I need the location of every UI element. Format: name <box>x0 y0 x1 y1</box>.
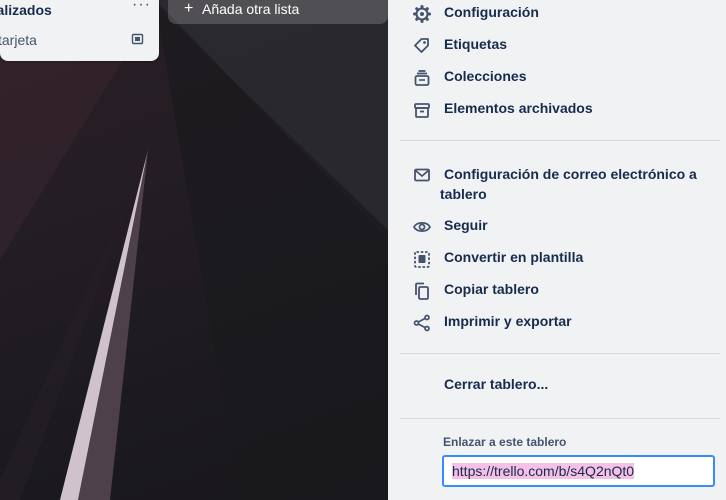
menu-item-make-template[interactable]: Convertir en plantilla <box>412 247 712 269</box>
email-icon <box>414 168 430 182</box>
archive-icon <box>414 103 430 118</box>
copy-icon <box>415 282 429 300</box>
gear-icon <box>413 5 431 23</box>
list-title[interactable]: nalizados <box>0 2 52 18</box>
card-template-icon[interactable] <box>131 32 145 46</box>
board-list: nalizados ··· tarjeta <box>0 0 159 61</box>
menu-item-label: Convertir en plantilla <box>444 249 584 265</box>
background-image <box>0 0 388 500</box>
close-board-button[interactable]: Cerrar tablero... <box>444 376 548 392</box>
menu-item-copy-board[interactable]: Copiar tablero <box>412 279 712 301</box>
menu-item-collections[interactable]: Colecciones <box>412 66 712 88</box>
plus-icon: + <box>184 0 194 17</box>
board-menu-panel: Configuración Etiquetas Colecciones Elem… <box>388 0 726 500</box>
divider <box>400 353 720 354</box>
menu-item-print-export[interactable]: Imprimir y exportar <box>412 311 712 333</box>
board-link-field[interactable]: https://trello.com/b/s4Q2nQt0 <box>442 455 715 487</box>
ellipsis-icon[interactable]: ··· <box>132 0 151 14</box>
menu-item-archived[interactable]: Elementos archivados <box>412 98 712 120</box>
add-list-label: Añada otra lista <box>202 1 300 17</box>
template-icon <box>414 251 430 268</box>
menu-item-label: Elementos archivados <box>444 100 593 116</box>
divider <box>400 418 720 419</box>
menu-item-email-to-board[interactable]: Configuración de correo electrónico a ta… <box>412 163 712 205</box>
eye-icon <box>412 221 432 233</box>
divider <box>400 140 720 141</box>
menu-item-settings[interactable]: Configuración <box>412 2 712 24</box>
add-list-button[interactable]: + Añada otra lista <box>168 0 388 24</box>
collection-icon <box>414 70 430 86</box>
menu-item-label: Copiar tablero <box>444 281 539 297</box>
share-icon <box>413 314 430 332</box>
menu-item-label: Colecciones <box>444 68 527 84</box>
menu-item-label: Seguir <box>444 217 488 233</box>
board-background <box>0 0 388 500</box>
menu-item-label: Configuración <box>444 4 539 20</box>
menu-item-labels[interactable]: Etiquetas <box>412 34 712 56</box>
add-card-button[interactable]: tarjeta <box>0 32 37 48</box>
link-label: Enlazar a este tablero <box>443 435 567 449</box>
menu-item-label: Configuración de correo electrónico a ta… <box>440 166 697 202</box>
menu-item-label: Etiquetas <box>444 36 508 52</box>
board-link-value[interactable]: https://trello.com/b/s4Q2nQt0 <box>452 463 635 479</box>
menu-item-follow[interactable]: Seguir <box>412 215 712 237</box>
tag-icon <box>414 38 429 53</box>
menu-item-label: Imprimir y exportar <box>444 313 572 329</box>
